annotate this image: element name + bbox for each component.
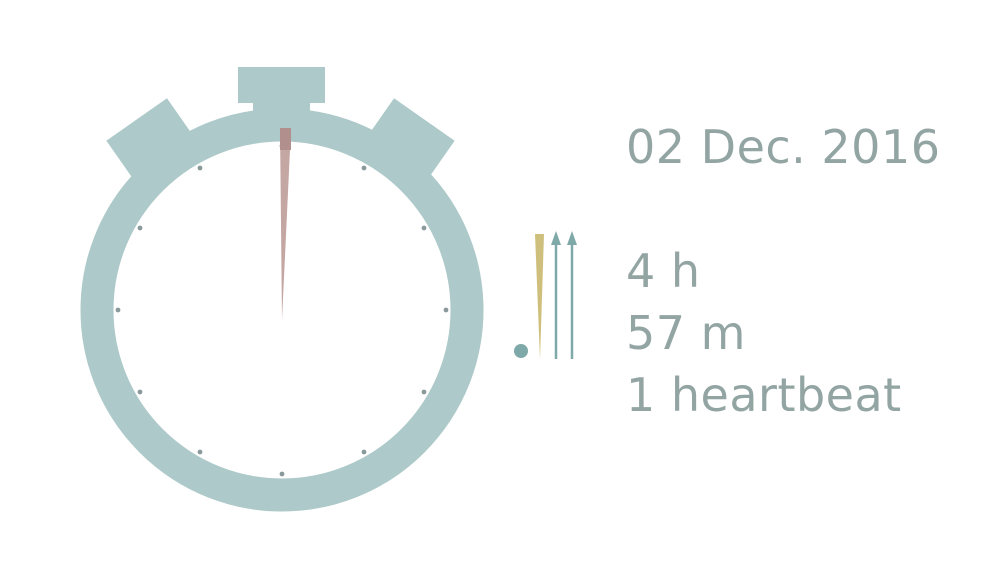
tick-mark [197, 165, 203, 171]
minutes-label: 57 m [626, 306, 746, 360]
date-label: 02 Dec. 2016 [626, 120, 941, 174]
tick-mark [197, 449, 203, 455]
clock-hands-legend-icon [514, 231, 577, 359]
heartbeat-label: 1 heartbeat [626, 368, 902, 422]
tick-mark [443, 307, 449, 313]
tick-mark [421, 225, 427, 231]
stopwatch-crown-top [238, 67, 325, 103]
legend-hour-hand [535, 234, 544, 359]
legend-pivot-dot [514, 344, 528, 358]
hours-label: 4 h [626, 244, 701, 298]
second-hand-tip [280, 128, 291, 150]
tick-mark [421, 389, 427, 395]
legend-minute-hand-2 [567, 231, 577, 359]
tick-mark [137, 389, 143, 395]
second-hand [280, 128, 291, 320]
legend-minute-hand [551, 231, 561, 359]
tick-mark [361, 165, 367, 171]
tick-mark [115, 307, 121, 313]
tick-mark [361, 449, 367, 455]
tick-mark [279, 471, 285, 477]
stopwatch-icon [80, 67, 484, 512]
tick-mark [137, 225, 143, 231]
